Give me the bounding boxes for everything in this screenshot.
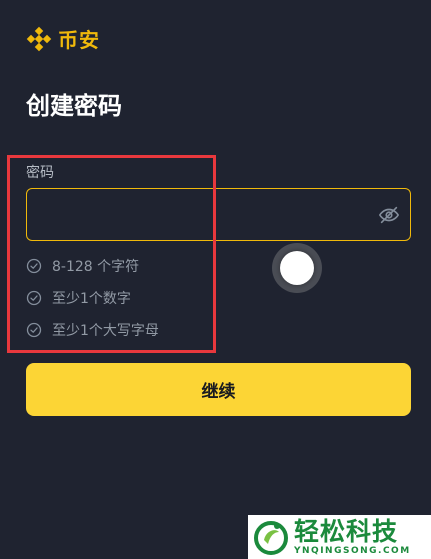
touch-indicator (272, 243, 322, 293)
watermark: 轻松科技 YNQINGSONG.COM (248, 515, 431, 559)
page-title: 创建密码 (26, 92, 122, 120)
logo: 币安 (26, 24, 100, 53)
annotation-highlight-box (7, 155, 216, 353)
logo-text: 币安 (58, 28, 100, 52)
eye-off-icon[interactable] (378, 204, 400, 226)
binance-diamond-icon (26, 26, 52, 51)
continue-button[interactable]: 继续 (26, 363, 411, 416)
touch-indicator-dot (280, 251, 314, 285)
watermark-text: 轻松科技 YNQINGSONG.COM (294, 519, 411, 556)
watermark-logo-icon (254, 521, 288, 555)
watermark-main: 轻松科技 (294, 516, 399, 546)
watermark-sub: YNQINGSONG.COM (294, 545, 411, 556)
